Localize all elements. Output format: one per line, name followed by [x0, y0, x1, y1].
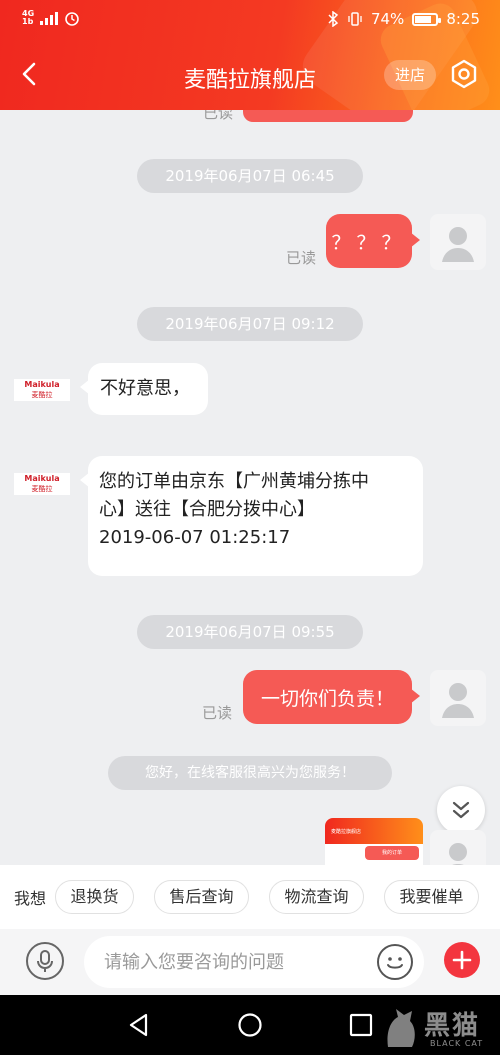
- title-bar: 麦酷拉旗舰店 进店: [0, 48, 500, 104]
- outgoing-message[interactable]: 一切你们负责！: [243, 670, 420, 724]
- chat-area[interactable]: 已读 2019年06月07日 06:45 ？？？ 已读 2019年06月07日 …: [0, 110, 500, 865]
- back-triangle-icon[interactable]: [126, 1012, 152, 1038]
- alarm-icon: [65, 12, 79, 26]
- message-input[interactable]: [104, 948, 364, 976]
- user-avatar[interactable]: [430, 670, 486, 726]
- home-circle-icon[interactable]: [237, 1012, 263, 1038]
- timestamp: 2019年06月07日 09:55: [137, 615, 363, 649]
- emoji-button[interactable]: [377, 944, 413, 980]
- voice-button[interactable]: [26, 942, 64, 980]
- shop-avatar[interactable]: Maikula 麦酷拉: [14, 473, 70, 495]
- double-chevron-down-icon: [452, 801, 470, 819]
- recents-square-icon[interactable]: [349, 1013, 373, 1037]
- system-tip: 您好，在线客服很高兴为您服务！: [108, 756, 392, 790]
- quick-reply-bar: 我想 退换货 售后查询 物流查询 我要催单: [0, 865, 500, 929]
- user-silhouette-icon: [449, 843, 467, 865]
- input-bar: [0, 929, 500, 995]
- user-silhouette-icon: [442, 683, 474, 718]
- quick-reply-urge[interactable]: 我要催单: [384, 880, 479, 914]
- more-button[interactable]: [444, 942, 480, 978]
- system-nav-bar: 黑猫 BLACK CAT: [0, 995, 500, 1055]
- quick-reply-logistics[interactable]: 物流查询: [269, 880, 364, 914]
- message-bubble-partial: [243, 110, 413, 122]
- clock: 8:25: [446, 10, 480, 28]
- quick-reply-label: 我想: [14, 889, 47, 908]
- battery-icon: [412, 12, 442, 26]
- user-avatar[interactable]: [430, 830, 486, 865]
- user-avatar[interactable]: [430, 214, 486, 270]
- quick-reply-aftersale[interactable]: 售后查询: [154, 880, 249, 914]
- outgoing-message[interactable]: ？？？: [326, 214, 420, 268]
- timestamp: 2019年06月07日 06:45: [137, 159, 363, 193]
- smiley-icon: [387, 957, 403, 969]
- settings-icon[interactable]: [448, 58, 480, 90]
- plus-icon: [452, 950, 472, 970]
- signal-icon: [40, 11, 59, 25]
- shop-avatar[interactable]: Maikula 麦酷拉: [14, 379, 70, 401]
- incoming-message[interactable]: 您的订单由京东【广州黄埔分拣中 心】送往【合肥分拨中心】 2019-06-07 …: [80, 456, 423, 576]
- read-status: 已读: [202, 704, 233, 722]
- bluetooth-icon: [328, 11, 339, 27]
- cat-logo-icon: [387, 1009, 415, 1047]
- timestamp: 2019年06月07日 09:12: [137, 307, 363, 341]
- status-bar: 4G 1b 74% 8:25: [0, 0, 500, 40]
- watermark: 黑猫 BLACK CAT: [380, 999, 500, 1055]
- shared-card-preview[interactable]: 麦酷拉旗舰店 我的订单: [325, 818, 423, 865]
- read-status: 已读: [203, 110, 234, 122]
- microphone-icon: [37, 950, 53, 972]
- incoming-message[interactable]: 不好意思，: [80, 363, 208, 415]
- enter-store-button[interactable]: 进店: [384, 60, 436, 90]
- network-indicator: 4G 1b: [22, 9, 35, 26]
- battery-percent: 74%: [370, 10, 405, 28]
- message-input-container: [84, 936, 424, 988]
- read-status: 已读: [286, 249, 317, 267]
- header: 4G 1b 74% 8:25 麦酷拉旗舰店 进店: [0, 0, 500, 110]
- quick-reply-return[interactable]: 退换货: [55, 880, 134, 914]
- scroll-to-bottom-button[interactable]: [437, 786, 485, 834]
- user-silhouette-icon: [442, 227, 474, 262]
- vibrate-icon: [348, 12, 362, 26]
